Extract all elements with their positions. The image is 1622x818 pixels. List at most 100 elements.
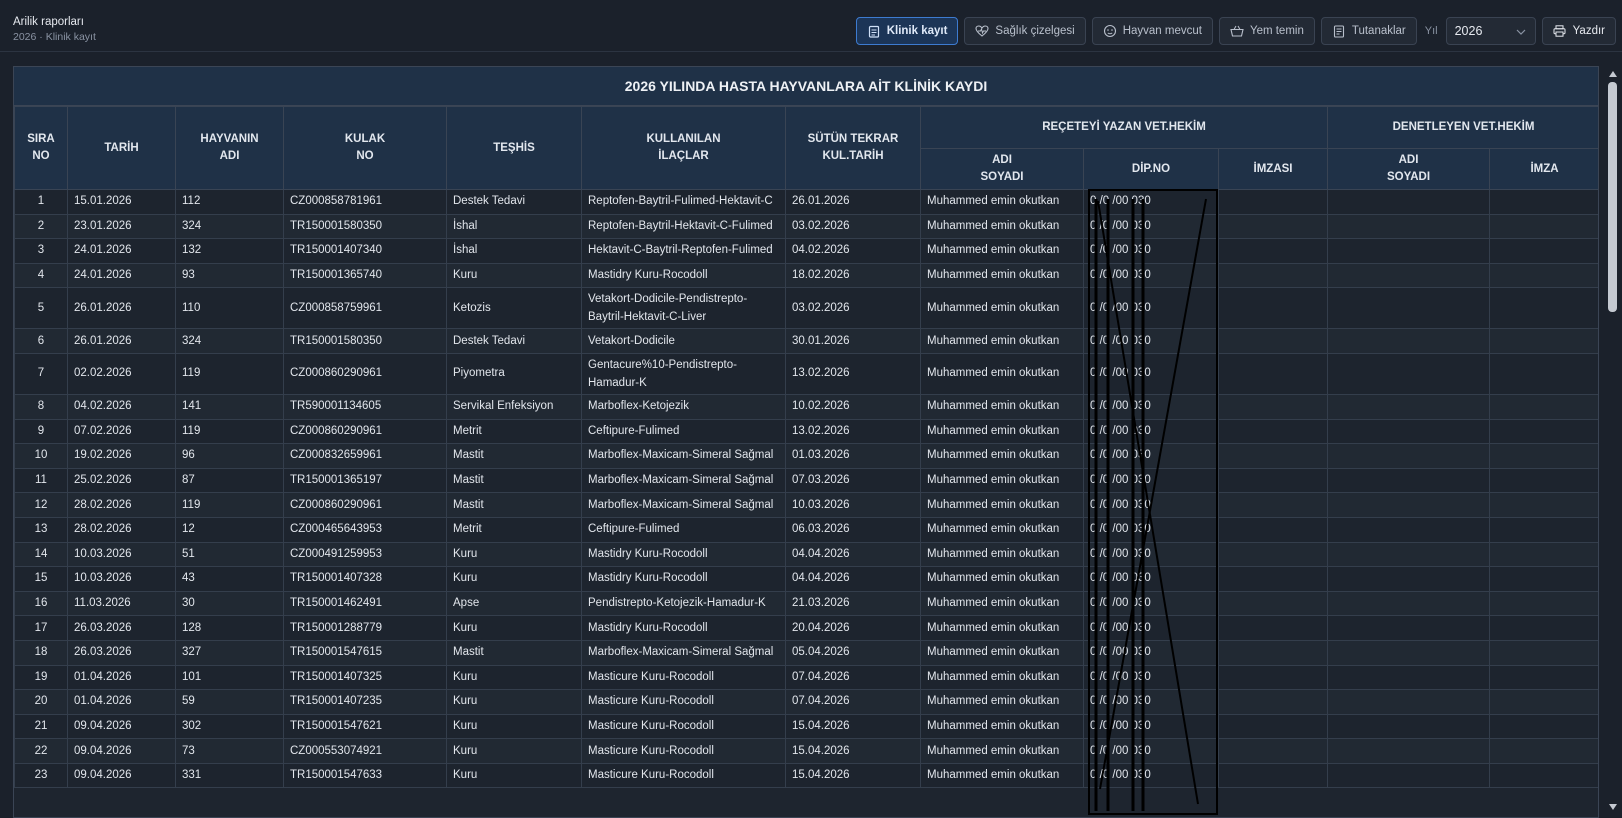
cell-teshis: Metrit xyxy=(446,418,582,445)
cell-kulak-no: TR150001547615 xyxy=(283,639,447,666)
document-icon xyxy=(1332,24,1346,38)
cell-teshis: Kuru xyxy=(446,689,582,715)
cell-dip-no: 0 /0 /00 030 xyxy=(1083,516,1219,543)
tab-hayvan-mevcut[interactable]: Hayvan mevcut xyxy=(1091,17,1213,45)
scroll-up-arrow-icon[interactable] xyxy=(1609,71,1617,77)
cell-imza xyxy=(1489,639,1598,666)
cell-hayvan-adi: 59 xyxy=(175,689,284,715)
cell-teshis: Kuru xyxy=(446,262,582,289)
table-row: 11 25.02.2026 87 TR150001365197 Mastit Marbof… xyxy=(14,467,1598,494)
cell-teshis: Kuru xyxy=(446,615,582,641)
page-title: Arilik raporları xyxy=(13,16,84,28)
cell-hayvan-adi: 302 xyxy=(175,713,284,740)
cell-imza xyxy=(1489,189,1598,215)
cell-imzasi xyxy=(1217,541,1329,568)
cell-hayvan-adi: 119 xyxy=(175,352,284,395)
tab-label: Tutanaklar xyxy=(1351,25,1406,37)
cell-dip-no: 0 /0 /00 030 xyxy=(1083,262,1219,289)
cell-dip-no: 0 /0 /00 030 xyxy=(1083,418,1219,445)
cell-imzasi xyxy=(1217,393,1329,420)
cell-sira-no: 5 xyxy=(14,287,68,330)
tab-saglik-cizelgesi[interactable]: Sağlık çizelgesi xyxy=(964,17,1086,45)
cell-kulak-no: TR590001134605 xyxy=(283,393,447,420)
tab-label: Hayvan mevcut xyxy=(1122,25,1202,37)
cell-teshis: Kuru xyxy=(446,664,582,691)
cell-ilaclar: Pendistrepto-Ketojezik-Hamadur-K xyxy=(581,590,786,617)
cell-sira-no: 7 xyxy=(14,352,68,395)
cell-imzasi xyxy=(1217,262,1329,289)
cell-hayvan-adi: 87 xyxy=(175,467,284,494)
cell-teshis: Mastit xyxy=(446,443,582,469)
cell-sira-no: 16 xyxy=(14,590,68,617)
cell-denet-adi xyxy=(1327,287,1491,330)
cell-sira-no: 6 xyxy=(14,328,68,354)
tab-tutanaklar[interactable]: Tutanaklar xyxy=(1320,17,1417,45)
cell-kulak-no: CZ000553074921 xyxy=(283,738,447,764)
table-row: 6 26.01.2026 324 TR150001580350 Destek Tedav… xyxy=(14,328,1598,354)
cell-ilaclar: Masticure Kuru-Rocodoll xyxy=(581,738,786,764)
cell-sutun-tekrar: 30.01.2026 xyxy=(785,328,921,354)
cell-tarih: 09.04.2026 xyxy=(67,713,176,740)
header-ilaclar: KULLANILAN İLAÇLAR xyxy=(581,106,786,190)
cell-sira-no: 22 xyxy=(14,738,68,764)
cell-recete-adi: Muhammed emin okutkan xyxy=(920,352,1084,395)
tab-yem-temin[interactable]: Yem temin xyxy=(1218,17,1315,45)
page-subtitle: 2026 · Klinik kayıt xyxy=(13,31,96,43)
cell-recete-adi: Muhammed emin okutkan xyxy=(920,566,1084,592)
cell-sira-no: 21 xyxy=(14,713,68,740)
cell-recete-adi: Muhammed emin okutkan xyxy=(920,467,1084,494)
cell-denet-adi xyxy=(1327,443,1491,469)
clinical-record-sheet: 2026 YILINDA HASTA HAYVANLARA AİT KLİNİK… xyxy=(13,66,1599,818)
cell-sutun-tekrar: 13.02.2026 xyxy=(785,352,921,395)
cell-sutun-tekrar: 13.02.2026 xyxy=(785,418,921,445)
vertical-scrollbar[interactable] xyxy=(1604,66,1622,816)
cell-hayvan-adi: 324 xyxy=(175,213,284,240)
cell-ilaclar: Masticure Kuru-Rocodoll xyxy=(581,664,786,691)
cell-dip-no: 0 /0 /00 030 xyxy=(1083,492,1219,518)
cell-imzasi xyxy=(1217,664,1329,691)
cell-kulak-no: CZ000860290961 xyxy=(283,492,447,518)
cell-sutun-tekrar: 03.02.2026 xyxy=(785,287,921,330)
scrollbar-thumb[interactable] xyxy=(1608,82,1617,312)
cell-kulak-no: CZ000858759961 xyxy=(283,287,447,330)
cell-recete-adi: Muhammed emin okutkan xyxy=(920,713,1084,740)
cell-denet-adi xyxy=(1327,516,1491,543)
cell-tarih: 10.03.2026 xyxy=(67,566,176,592)
cell-kulak-no: TR150001407328 xyxy=(283,566,447,592)
cell-hayvan-adi: 96 xyxy=(175,443,284,469)
scroll-down-arrow-icon[interactable] xyxy=(1609,804,1617,810)
cell-denet-adi xyxy=(1327,328,1491,354)
cell-imza xyxy=(1489,664,1598,691)
cell-sira-no: 17 xyxy=(14,615,68,641)
cell-ilaclar: Mastidry Kuru-Rocodoll xyxy=(581,566,786,592)
cell-imza xyxy=(1489,352,1598,395)
cell-sutun-tekrar: 04.02.2026 xyxy=(785,238,921,264)
cell-ilaclar: Masticure Kuru-Rocodoll xyxy=(581,713,786,740)
header-dip-no: DİP.NO xyxy=(1083,148,1219,190)
cell-sutun-tekrar: 10.03.2026 xyxy=(785,492,921,518)
cell-recete-adi: Muhammed emin okutkan xyxy=(920,213,1084,240)
cell-dip-no: 0 /0 /00 030 xyxy=(1083,352,1219,395)
print-button[interactable]: Yazdır xyxy=(1541,17,1616,45)
cell-hayvan-adi: 112 xyxy=(175,189,284,215)
cell-sutun-tekrar: 20.04.2026 xyxy=(785,615,921,641)
cell-teshis: Kuru xyxy=(446,566,582,592)
table-row: 15 10.03.2026 43 TR150001407328 Kuru Mastidry… xyxy=(14,566,1598,592)
cell-dip-no: 0 /0 /00 030 xyxy=(1083,443,1219,469)
cell-hayvan-adi: 43 xyxy=(175,566,284,592)
cell-sira-no: 19 xyxy=(14,664,68,691)
cell-sutun-tekrar: 03.02.2026 xyxy=(785,213,921,240)
cell-ilaclar: Vetakort-Dodicile-Pendistrepto-Baytril-H… xyxy=(581,287,786,330)
cell-ilaclar: Reptofen-Baytril-Hektavit-C-Fulimed xyxy=(581,213,786,240)
cell-ilaclar: Marboflex-Maxicam-Simeral Sağmal xyxy=(581,467,786,494)
year-select[interactable]: 2026 xyxy=(1445,17,1536,45)
cell-denet-adi xyxy=(1327,238,1491,264)
cell-tarih: 01.04.2026 xyxy=(67,689,176,715)
cell-kulak-no: TR150001547621 xyxy=(283,713,447,740)
cell-teshis: Servikal Enfeksiyon xyxy=(446,393,582,420)
cell-denet-adi xyxy=(1327,639,1491,666)
header-sutun-tekrar: SÜTÜN TEKRAR KUL.TARİH xyxy=(785,106,921,190)
tab-klinik-kayit[interactable]: Klinik kayıt xyxy=(855,17,959,45)
cell-imzasi xyxy=(1217,639,1329,666)
cell-imzasi xyxy=(1217,566,1329,592)
